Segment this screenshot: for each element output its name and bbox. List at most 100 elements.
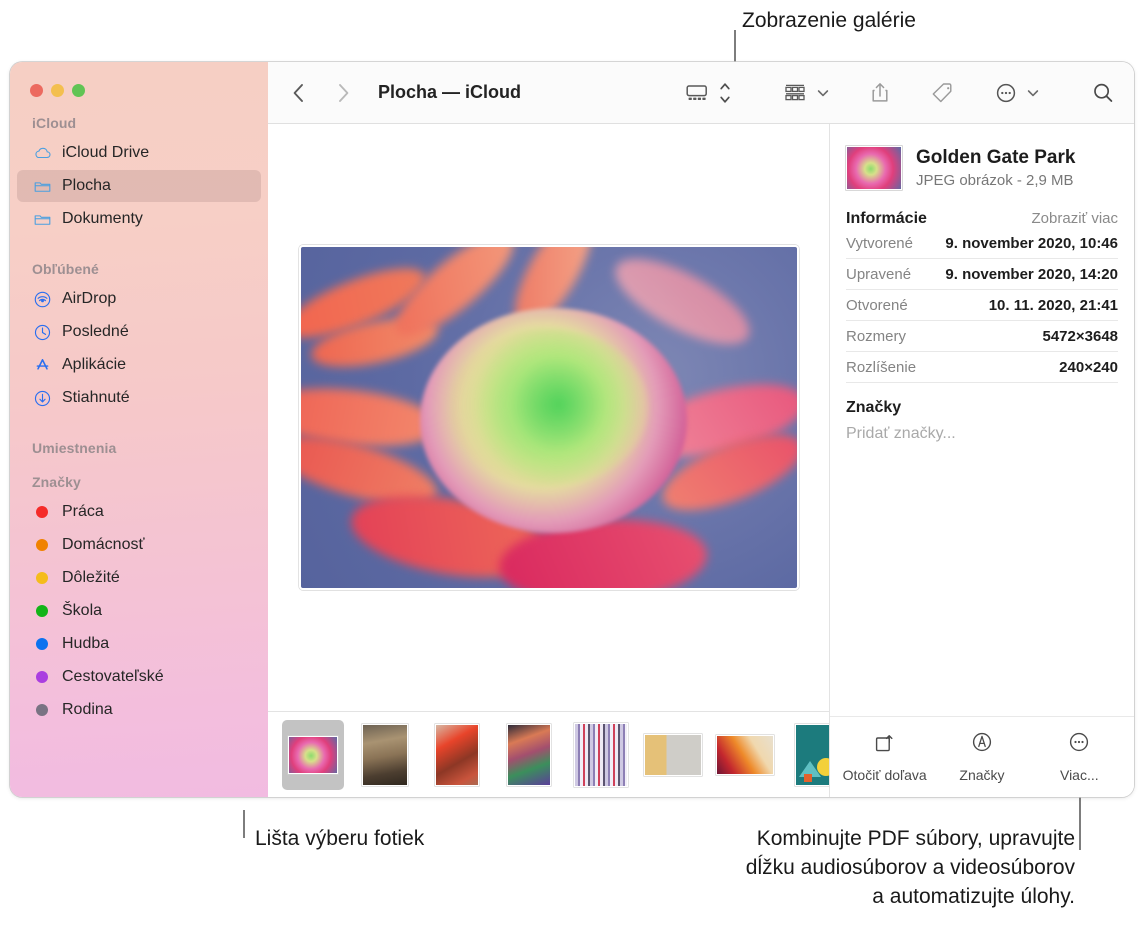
sidebar-item-plocha[interactable]: Plocha <box>17 170 261 202</box>
sidebar-section-tags: Značky <box>10 474 268 490</box>
gallery-view-icon[interactable] <box>680 73 714 113</box>
info-row-key: Upravené <box>846 266 911 283</box>
info-row-value: 10. 11. 2020, 21:41 <box>989 297 1118 314</box>
quick-action-more[interactable]: Viac... <box>1033 729 1125 783</box>
quick-action-markup[interactable]: Značky <box>936 729 1028 783</box>
sidebar-item-label: Cestovateľské <box>62 668 164 686</box>
tag-dot-icon <box>32 634 52 654</box>
info-row-resolution: Rozlíšenie 240×240 <box>846 352 1118 383</box>
info-row-created: Vytvorené 9. november 2020, 10:46 <box>846 228 1118 259</box>
quick-action-label: Viac... <box>1060 767 1099 783</box>
group-by-chevron-down-icon[interactable] <box>812 73 834 113</box>
tag-dot-icon <box>32 535 52 555</box>
search-icon[interactable] <box>1086 73 1120 113</box>
sidebar-item-label: iCloud Drive <box>62 144 149 162</box>
sidebar-item-tag-domacnost[interactable]: Domácnosť <box>17 529 261 561</box>
info-row-value: 240×240 <box>1059 359 1118 376</box>
info-row-key: Otvorené <box>846 297 908 314</box>
window-controls <box>10 62 268 97</box>
more-actions-icon[interactable] <box>990 73 1022 113</box>
sidebar-item-applications[interactable]: Aplikácie <box>17 349 261 381</box>
preview-image-flower-macro-photo[interactable] <box>299 245 799 590</box>
callout-quick-actions: Kombinujte PDF súbory, upravujte dĺžku a… <box>600 824 1075 911</box>
window-title: Plocha — iCloud <box>378 82 521 103</box>
sidebar-section-locations: Umiestnenia <box>10 440 268 456</box>
sidebar-item-label: Dokumenty <box>62 210 143 228</box>
back-button[interactable] <box>286 73 311 113</box>
tag-icon[interactable] <box>926 73 960 113</box>
file-meta: JPEG obrázok - 2,9 MB <box>916 172 1075 189</box>
info-panel: Golden Gate Park JPEG obrázok - 2,9 MB I… <box>829 124 1134 797</box>
sidebar-item-label: Posledné <box>62 323 129 341</box>
close-button[interactable] <box>30 84 43 97</box>
info-row-opened: Otvorené 10. 11. 2020, 21:41 <box>846 290 1118 321</box>
quick-action-rotate-left[interactable]: Otočiť doľava <box>839 729 931 783</box>
more-ellipsis-icon <box>1066 729 1092 760</box>
cloud-icon <box>32 143 52 163</box>
group-by-icon[interactable] <box>778 73 812 113</box>
filmstrip-item-gradient-abstract[interactable] <box>714 720 776 790</box>
info-header: Golden Gate Park JPEG obrázok - 2,9 MB <box>830 124 1134 190</box>
sidebar-item-tag-skola[interactable]: Škola <box>17 595 261 627</box>
show-more-link[interactable]: Zobraziť viac <box>1032 210 1118 227</box>
info-row-value: 9. november 2020, 14:20 <box>945 266 1118 283</box>
more-actions-chevron-down-icon[interactable] <box>1022 73 1044 113</box>
callout-leader-more <box>1079 790 1081 850</box>
flower-core-highlight <box>449 329 647 486</box>
sidebar-item-label: AirDrop <box>62 290 116 308</box>
minimize-button[interactable] <box>51 84 64 97</box>
sidebar-item-airdrop[interactable]: AirDrop <box>17 283 261 315</box>
tag-dot-icon <box>32 568 52 588</box>
filmstrip-item-louisa-parris[interactable] <box>642 720 704 790</box>
sidebar-item-tag-praca[interactable]: Práca <box>17 496 261 528</box>
quick-action-label: Otočiť doľava <box>843 767 927 783</box>
quick-actions-bar: Otočiť doľava Značky <box>830 716 1134 797</box>
forward-button[interactable] <box>331 73 356 113</box>
file-name: Golden Gate Park <box>916 146 1075 170</box>
sidebar-item-label: Škola <box>62 602 102 620</box>
sidebar-item-dokumenty[interactable]: Dokumenty <box>17 203 261 235</box>
quick-action-label: Značky <box>959 767 1004 783</box>
main-area: Plocha — iCloud <box>268 62 1134 797</box>
filmstrip-item-red-hands[interactable] <box>426 720 488 790</box>
preview-column <box>268 124 829 797</box>
file-thumbnail <box>846 146 902 190</box>
tag-dot-icon <box>32 502 52 522</box>
sidebar-item-tag-dolezite[interactable]: Dôležité <box>17 562 261 594</box>
tag-dot-icon <box>32 667 52 687</box>
view-stepper-icon[interactable] <box>714 73 736 113</box>
sidebar-item-label: Rodina <box>62 701 113 719</box>
sidebar-item-downloads[interactable]: Stiahnuté <box>17 382 261 414</box>
share-icon[interactable] <box>864 73 896 113</box>
sidebar-item-label: Domácnosť <box>62 536 144 554</box>
toolbar: Plocha — iCloud <box>268 62 1134 124</box>
filmstrip-item-portrait-neon[interactable] <box>498 720 560 790</box>
sidebar-item-label: Plocha <box>62 177 111 195</box>
callout-leader-strip <box>243 810 245 838</box>
info-row-key: Rozmery <box>846 328 906 345</box>
photo-filmstrip[interactable] <box>268 711 829 797</box>
sidebar-item-label: Práca <box>62 503 104 521</box>
filmstrip-item-striped-curtains[interactable] <box>570 720 632 790</box>
sidebar-item-tag-cestovatelske[interactable]: Cestovateľské <box>17 661 261 693</box>
info-section-header: Informácie Zobraziť viac <box>846 210 1118 228</box>
filmstrip-item-marketing-plan[interactable] <box>786 720 829 790</box>
info-row-key: Vytvorené <box>846 235 913 252</box>
sidebar-item-icloud-drive[interactable]: iCloud Drive <box>17 137 261 169</box>
add-tags-input[interactable]: Pridať značky... <box>846 425 1118 443</box>
sidebar-item-label: Dôležité <box>62 569 120 587</box>
info-body: Informácie Zobraziť viac Vytvorené 9. no… <box>830 210 1134 443</box>
sidebar-item-label: Stiahnuté <box>62 389 130 407</box>
filmstrip-item-forest-path[interactable] <box>354 720 416 790</box>
sidebar-item-tag-hudba[interactable]: Hudba <box>17 628 261 660</box>
sidebar-item-tag-rodina[interactable]: Rodina <box>17 694 261 726</box>
download-icon <box>32 388 52 408</box>
sidebar-item-label: Hudba <box>62 635 109 653</box>
sidebar-item-recents[interactable]: Posledné <box>17 316 261 348</box>
tag-dot-icon <box>32 601 52 621</box>
appstore-icon <box>32 355 52 375</box>
info-row-key: Rozlíšenie <box>846 359 916 376</box>
filmstrip-item-golden-gate-park[interactable] <box>282 720 344 790</box>
sidebar-item-label: Aplikácie <box>62 356 126 374</box>
zoom-button[interactable] <box>72 84 85 97</box>
